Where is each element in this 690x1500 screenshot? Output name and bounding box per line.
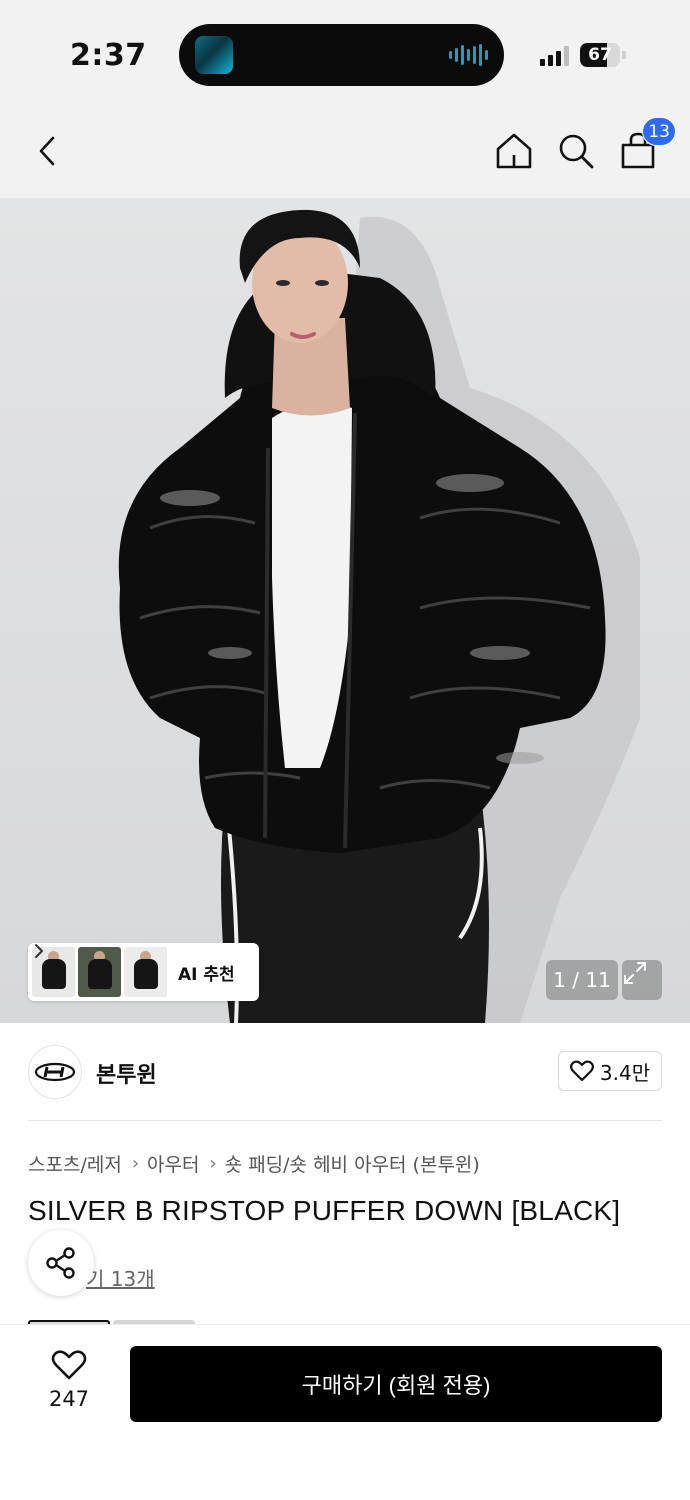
back-icon: [39, 136, 55, 166]
brand-row: 본투윈 3.4만: [0, 1023, 690, 1120]
breadcrumb-item[interactable]: 아우터: [147, 1150, 199, 1177]
product-title: SILVER B RIPSTOP PUFFER DOWN [BLACK]: [28, 1195, 621, 1226]
battery-level: 67: [588, 45, 612, 65]
status-time: 2:37: [70, 38, 147, 73]
wishlist-count: 247: [48, 1387, 90, 1411]
recommend-thumb: [124, 947, 167, 997]
share-icon: [46, 1247, 75, 1279]
recommend-thumb: [78, 947, 121, 997]
ai-recommend-button[interactable]: AI 추천: [28, 943, 259, 1001]
cart-button[interactable]: 13: [616, 117, 676, 173]
cart-count-badge: 13: [642, 117, 676, 146]
brand-like-button[interactable]: 3.4만: [558, 1051, 662, 1091]
product-image-gallery[interactable]: AI 추천 1 / 11: [0, 198, 690, 1023]
brand-like-count: 3.4만: [599, 1060, 651, 1085]
signal-icon: [540, 46, 569, 66]
back-button[interactable]: [26, 129, 70, 173]
breadcrumb-item[interactable]: 스포츠/레저: [28, 1150, 122, 1177]
audio-wave-icon: [449, 44, 488, 66]
chevron-right-icon: ›: [131, 1153, 140, 1174]
status-bar: 2:37 67: [0, 0, 690, 104]
ai-recommend-label: AI 추천: [178, 964, 235, 985]
battery-icon: 67: [580, 43, 626, 67]
heart-icon: [51, 1350, 87, 1380]
wishlist-button[interactable]: 247: [36, 1349, 102, 1419]
chevron-right-icon: [35, 944, 43, 958]
expand-icon: [624, 962, 646, 984]
product-photo: [118, 209, 640, 1023]
brand-logo-icon: [34, 1062, 76, 1082]
bottom-action-bar: 247 구매하기 (회원 전용): [0, 1324, 690, 1500]
top-nav-bar: 13: [0, 104, 690, 198]
chevron-right-icon: ›: [209, 1153, 217, 1174]
home-button[interactable]: [492, 129, 536, 173]
dynamic-island: [179, 24, 504, 86]
search-button[interactable]: [554, 129, 598, 173]
brand-name[interactable]: 본투윈: [96, 1057, 157, 1089]
brand-logo[interactable]: [28, 1045, 82, 1099]
breadcrumb: 스포츠/레저 › 아우터 › 숏 패딩/숏 헤비 아우터 (본투윈): [28, 1150, 480, 1177]
search-icon: [559, 134, 594, 169]
image-counter: 1 / 11: [546, 960, 618, 1000]
breadcrumb-item[interactable]: 숏 패딩/숏 헤비 아우터 (본투윈): [225, 1150, 480, 1177]
expand-image-button[interactable]: [622, 960, 662, 1000]
now-playing-artwork: [195, 36, 233, 74]
buy-button[interactable]: 구매하기 (회원 전용): [130, 1346, 662, 1422]
share-button[interactable]: [28, 1230, 94, 1296]
review-link[interactable]: 기 13개: [86, 1263, 155, 1292]
heart-icon: [569, 1060, 594, 1082]
divider: [28, 1120, 662, 1121]
home-icon: [496, 133, 532, 169]
